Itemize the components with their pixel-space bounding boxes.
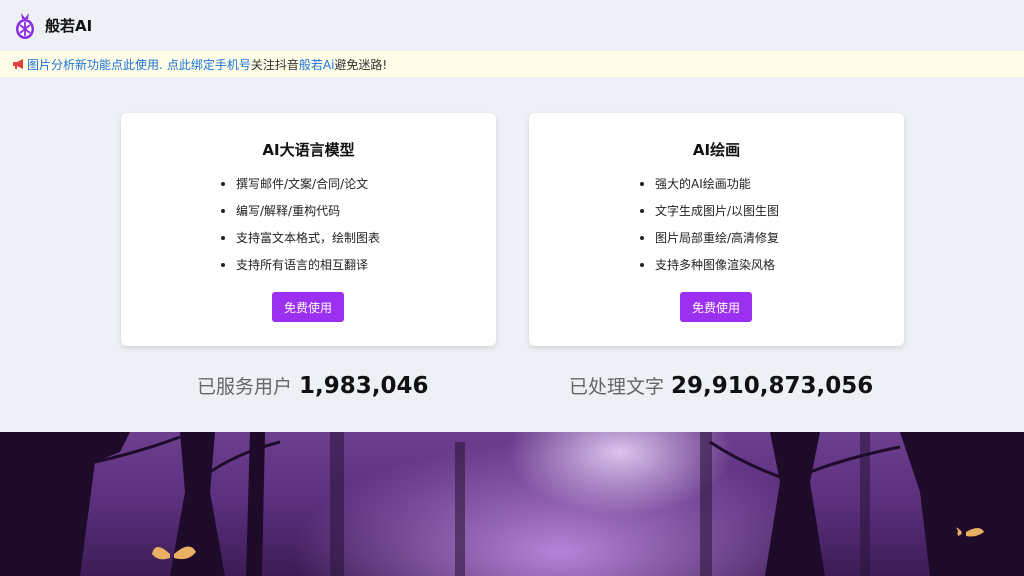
feature-list: 强大的AI绘画功能 文字生成图片/以图生图 图片局部重绘/高清修复 支持多种图像…: [640, 174, 904, 282]
card-title: AI绘画: [692, 141, 741, 159]
megaphone-icon: [13, 59, 23, 69]
list-item: 支持所有语言的相互翻译: [221, 255, 496, 282]
brand-name[interactable]: 般若AI: [45, 15, 92, 36]
stat-label: 已服务用户: [197, 376, 293, 398]
bind-phone-link[interactable]: 点此绑定手机号: [167, 56, 251, 73]
notice-bar: 图片分析新功能点此使用. 点此绑定手机号 关注抖音 般若Ai 避免迷路!: [0, 51, 1024, 77]
ai-drawing-card: AI绘画 强大的AI绘画功能 文字生成图片/以图生图 图片局部重绘/高清修复 支…: [529, 113, 904, 346]
stat-label: 已处理文字: [569, 376, 665, 398]
list-item: 撰写邮件/文案/合同/论文: [221, 174, 496, 201]
image-analysis-link[interactable]: 图片分析新功能点此使用.: [27, 56, 163, 73]
notice-text-end: 避免迷路!: [334, 57, 388, 72]
list-item: 强大的AI绘画功能: [640, 174, 904, 201]
processed-text-stat: 已处理文字 29,910,873,056: [569, 372, 873, 404]
list-item: 支持富文本格式，绘制图表: [221, 228, 496, 255]
list-item: 编写/解释/重构代码: [221, 201, 496, 228]
stat-value: 29,910,873,056: [671, 373, 874, 399]
llm-card: AI大语言模型 撰写邮件/文案/合同/论文 编写/解释/重构代码 支持富文本格式…: [121, 113, 496, 346]
notice-text-follow: 关注抖音: [250, 57, 299, 72]
free-use-button-llm[interactable]: 免费使用: [272, 292, 344, 322]
forest-illustration: [0, 432, 1024, 576]
list-item: 图片局部重绘/高清修复: [640, 228, 904, 255]
header: 般若AI: [0, 0, 1024, 51]
butterfly-decoration: [152, 527, 984, 560]
feature-list: 撰写邮件/文案/合同/论文 编写/解释/重构代码 支持富文本格式，绘制图表 支持…: [221, 174, 496, 282]
hero-forest-image: [0, 432, 1024, 576]
stat-value: 1,983,046: [299, 373, 429, 399]
free-use-button-drawing[interactable]: 免费使用: [680, 292, 752, 322]
card-title: AI大语言模型: [262, 141, 355, 159]
douyin-account-link[interactable]: 般若Ai: [299, 56, 335, 73]
list-item: 支持多种图像渲染风格: [640, 255, 904, 282]
pineapple-logo-icon[interactable]: [14, 12, 36, 40]
list-item: 文字生成图片/以图生图: [640, 201, 904, 228]
served-users-stat: 已服务用户 1,983,046: [197, 372, 429, 404]
